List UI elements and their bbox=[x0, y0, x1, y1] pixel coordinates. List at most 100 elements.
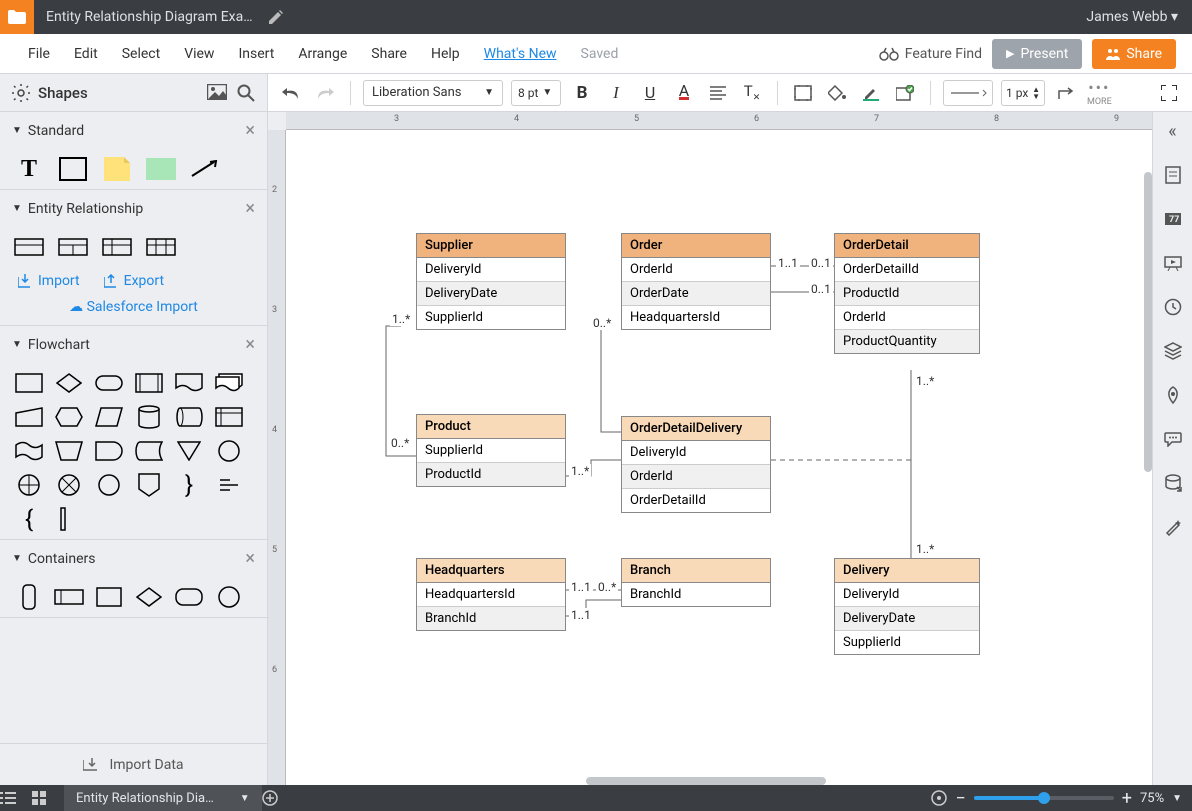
rail-theme-icon[interactable] bbox=[1162, 384, 1184, 406]
close-icon[interactable]: × bbox=[245, 120, 255, 141]
import-link[interactable]: Import bbox=[18, 273, 80, 289]
close-icon[interactable]: × bbox=[245, 334, 255, 355]
menu-share[interactable]: Share bbox=[359, 46, 419, 62]
fc-predefined[interactable] bbox=[134, 371, 164, 395]
menu-arrange[interactable]: Arrange bbox=[286, 46, 359, 62]
horizontal-scrollbar[interactable] bbox=[586, 777, 826, 785]
menu-edit[interactable]: Edit bbox=[62, 46, 110, 62]
rail-magic-icon[interactable] bbox=[1162, 516, 1184, 538]
clear-format-button[interactable]: T✕ bbox=[739, 80, 765, 106]
ct-rounded[interactable] bbox=[174, 585, 204, 609]
fc-offpage[interactable] bbox=[134, 473, 164, 497]
shape-rect[interactable] bbox=[58, 157, 88, 181]
menu-view[interactable]: View bbox=[172, 46, 226, 62]
frame-button[interactable] bbox=[790, 80, 816, 106]
gear-icon[interactable] bbox=[12, 84, 30, 102]
fc-bracel[interactable]: { bbox=[14, 507, 44, 531]
entity-branch[interactable]: Branch BranchId bbox=[621, 558, 771, 607]
shape-note[interactable] bbox=[102, 157, 132, 181]
fc-sumjunction[interactable] bbox=[54, 473, 84, 497]
entity-supplier[interactable]: Supplier DeliveryId DeliveryDate Supplie… bbox=[416, 233, 566, 330]
italic-button[interactable]: I bbox=[603, 80, 629, 106]
zoom-level[interactable]: 75% bbox=[1140, 791, 1164, 806]
rail-present-icon[interactable] bbox=[1162, 252, 1184, 274]
fc-diamond[interactable] bbox=[54, 371, 84, 395]
rail-data-icon[interactable] bbox=[1162, 472, 1184, 494]
rail-doc-icon[interactable] bbox=[1162, 164, 1184, 186]
border-color-button[interactable] bbox=[858, 80, 884, 106]
bold-button[interactable]: B bbox=[569, 80, 595, 106]
font-select[interactable]: Liberation Sans▼ bbox=[363, 80, 503, 106]
shape-er3[interactable] bbox=[102, 235, 132, 259]
ct-diamond[interactable] bbox=[134, 585, 164, 609]
fc-storeddata[interactable] bbox=[134, 439, 164, 463]
rail-chat-icon[interactable] bbox=[1162, 428, 1184, 450]
shape-er4[interactable] bbox=[146, 235, 176, 259]
shape-arrow[interactable] bbox=[190, 157, 220, 181]
rail-history-icon[interactable] bbox=[1162, 296, 1184, 318]
canvas[interactable]: Supplier DeliveryId DeliveryDate Supplie… bbox=[286, 130, 1152, 785]
canvas-area[interactable]: 3 4 5 6 7 8 9 2 3 4 5 6 bbox=[268, 112, 1152, 785]
fc-multidoc[interactable] bbox=[214, 371, 244, 395]
entity-orderdetail[interactable]: OrderDetail OrderDetailId ProductId Orde… bbox=[834, 233, 980, 354]
fc-rect[interactable] bbox=[14, 371, 44, 395]
user-menu[interactable]: James Webb ▾ bbox=[1072, 9, 1192, 25]
add-page-button[interactable] bbox=[262, 790, 294, 806]
close-icon[interactable]: × bbox=[245, 198, 255, 219]
shape-er1[interactable] bbox=[14, 235, 44, 259]
menu-select[interactable]: Select bbox=[110, 46, 172, 62]
redo-button[interactable] bbox=[312, 80, 338, 106]
fc-directdata[interactable] bbox=[174, 405, 204, 429]
fc-card[interactable] bbox=[54, 507, 84, 531]
fc-papertape[interactable] bbox=[14, 439, 44, 463]
underline-button[interactable]: U bbox=[637, 80, 663, 106]
collapse-rail-icon[interactable]: « bbox=[1162, 120, 1184, 142]
line-width-select[interactable]: 1 px▲▼ bbox=[1001, 80, 1045, 106]
shape-er2[interactable] bbox=[58, 235, 88, 259]
fc-data[interactable] bbox=[94, 405, 124, 429]
fc-document[interactable] bbox=[174, 371, 204, 395]
line-style-select[interactable] bbox=[943, 80, 993, 106]
fc-delay[interactable] bbox=[94, 439, 124, 463]
text-color-button[interactable]: A bbox=[671, 80, 697, 106]
more-button[interactable]: •••MORE bbox=[1087, 78, 1112, 107]
fill-button[interactable] bbox=[824, 80, 850, 106]
zoom-in-button[interactable]: + bbox=[1122, 788, 1132, 809]
fc-bracer[interactable]: } bbox=[174, 473, 204, 497]
edit-title-icon[interactable] bbox=[265, 6, 287, 28]
import-data-button[interactable]: Import Data bbox=[0, 743, 267, 785]
search-shapes-icon[interactable] bbox=[237, 84, 255, 102]
menu-insert[interactable]: Insert bbox=[226, 46, 286, 62]
ct-rect[interactable] bbox=[54, 585, 84, 609]
category-standard-header[interactable]: ▼Standard× bbox=[0, 112, 267, 149]
menu-whats-new[interactable]: What's New bbox=[472, 46, 569, 62]
salesforce-import-link[interactable]: ☁ Salesforce Import bbox=[69, 299, 198, 315]
export-link[interactable]: Export bbox=[104, 273, 164, 289]
rail-comment-icon[interactable]: 77 bbox=[1162, 208, 1184, 230]
shape-text[interactable]: T bbox=[14, 157, 44, 181]
fc-internal[interactable] bbox=[214, 405, 244, 429]
fc-connector[interactable] bbox=[214, 439, 244, 463]
rail-layers-icon[interactable] bbox=[1162, 340, 1184, 362]
page-tab[interactable]: Entity Relationship Dia…▼ bbox=[64, 785, 262, 811]
entity-product[interactable]: Product SupplierId ProductId bbox=[416, 414, 566, 487]
entity-order[interactable]: Order OrderId OrderDate HeadquartersId bbox=[621, 233, 771, 330]
grid-view-icon[interactable] bbox=[32, 791, 64, 805]
category-containers-header[interactable]: ▼Containers× bbox=[0, 540, 267, 577]
entity-headquarters[interactable]: Headquarters HeadquartersId BranchId bbox=[416, 558, 566, 631]
menu-help[interactable]: Help bbox=[419, 46, 472, 62]
font-size-select[interactable]: 8 pt▼ bbox=[511, 80, 561, 106]
fc-collate[interactable] bbox=[94, 473, 124, 497]
fullscreen-button[interactable] bbox=[1156, 80, 1182, 106]
fc-terminator[interactable] bbox=[94, 371, 124, 395]
entity-delivery[interactable]: Delivery DeliveryId DeliveryDate Supplie… bbox=[834, 558, 980, 655]
fc-manualinput[interactable] bbox=[14, 405, 44, 429]
feature-find[interactable]: Feature Find bbox=[879, 46, 982, 62]
image-icon[interactable] bbox=[207, 84, 227, 102]
fc-manualop[interactable] bbox=[54, 439, 84, 463]
vertical-scrollbar[interactable] bbox=[1144, 172, 1152, 472]
menu-file[interactable]: File bbox=[16, 46, 62, 62]
entity-orderdetaildelivery[interactable]: OrderDetailDelivery DeliveryId OrderId O… bbox=[621, 416, 771, 513]
align-button[interactable] bbox=[705, 80, 731, 106]
close-icon[interactable]: × bbox=[245, 548, 255, 569]
